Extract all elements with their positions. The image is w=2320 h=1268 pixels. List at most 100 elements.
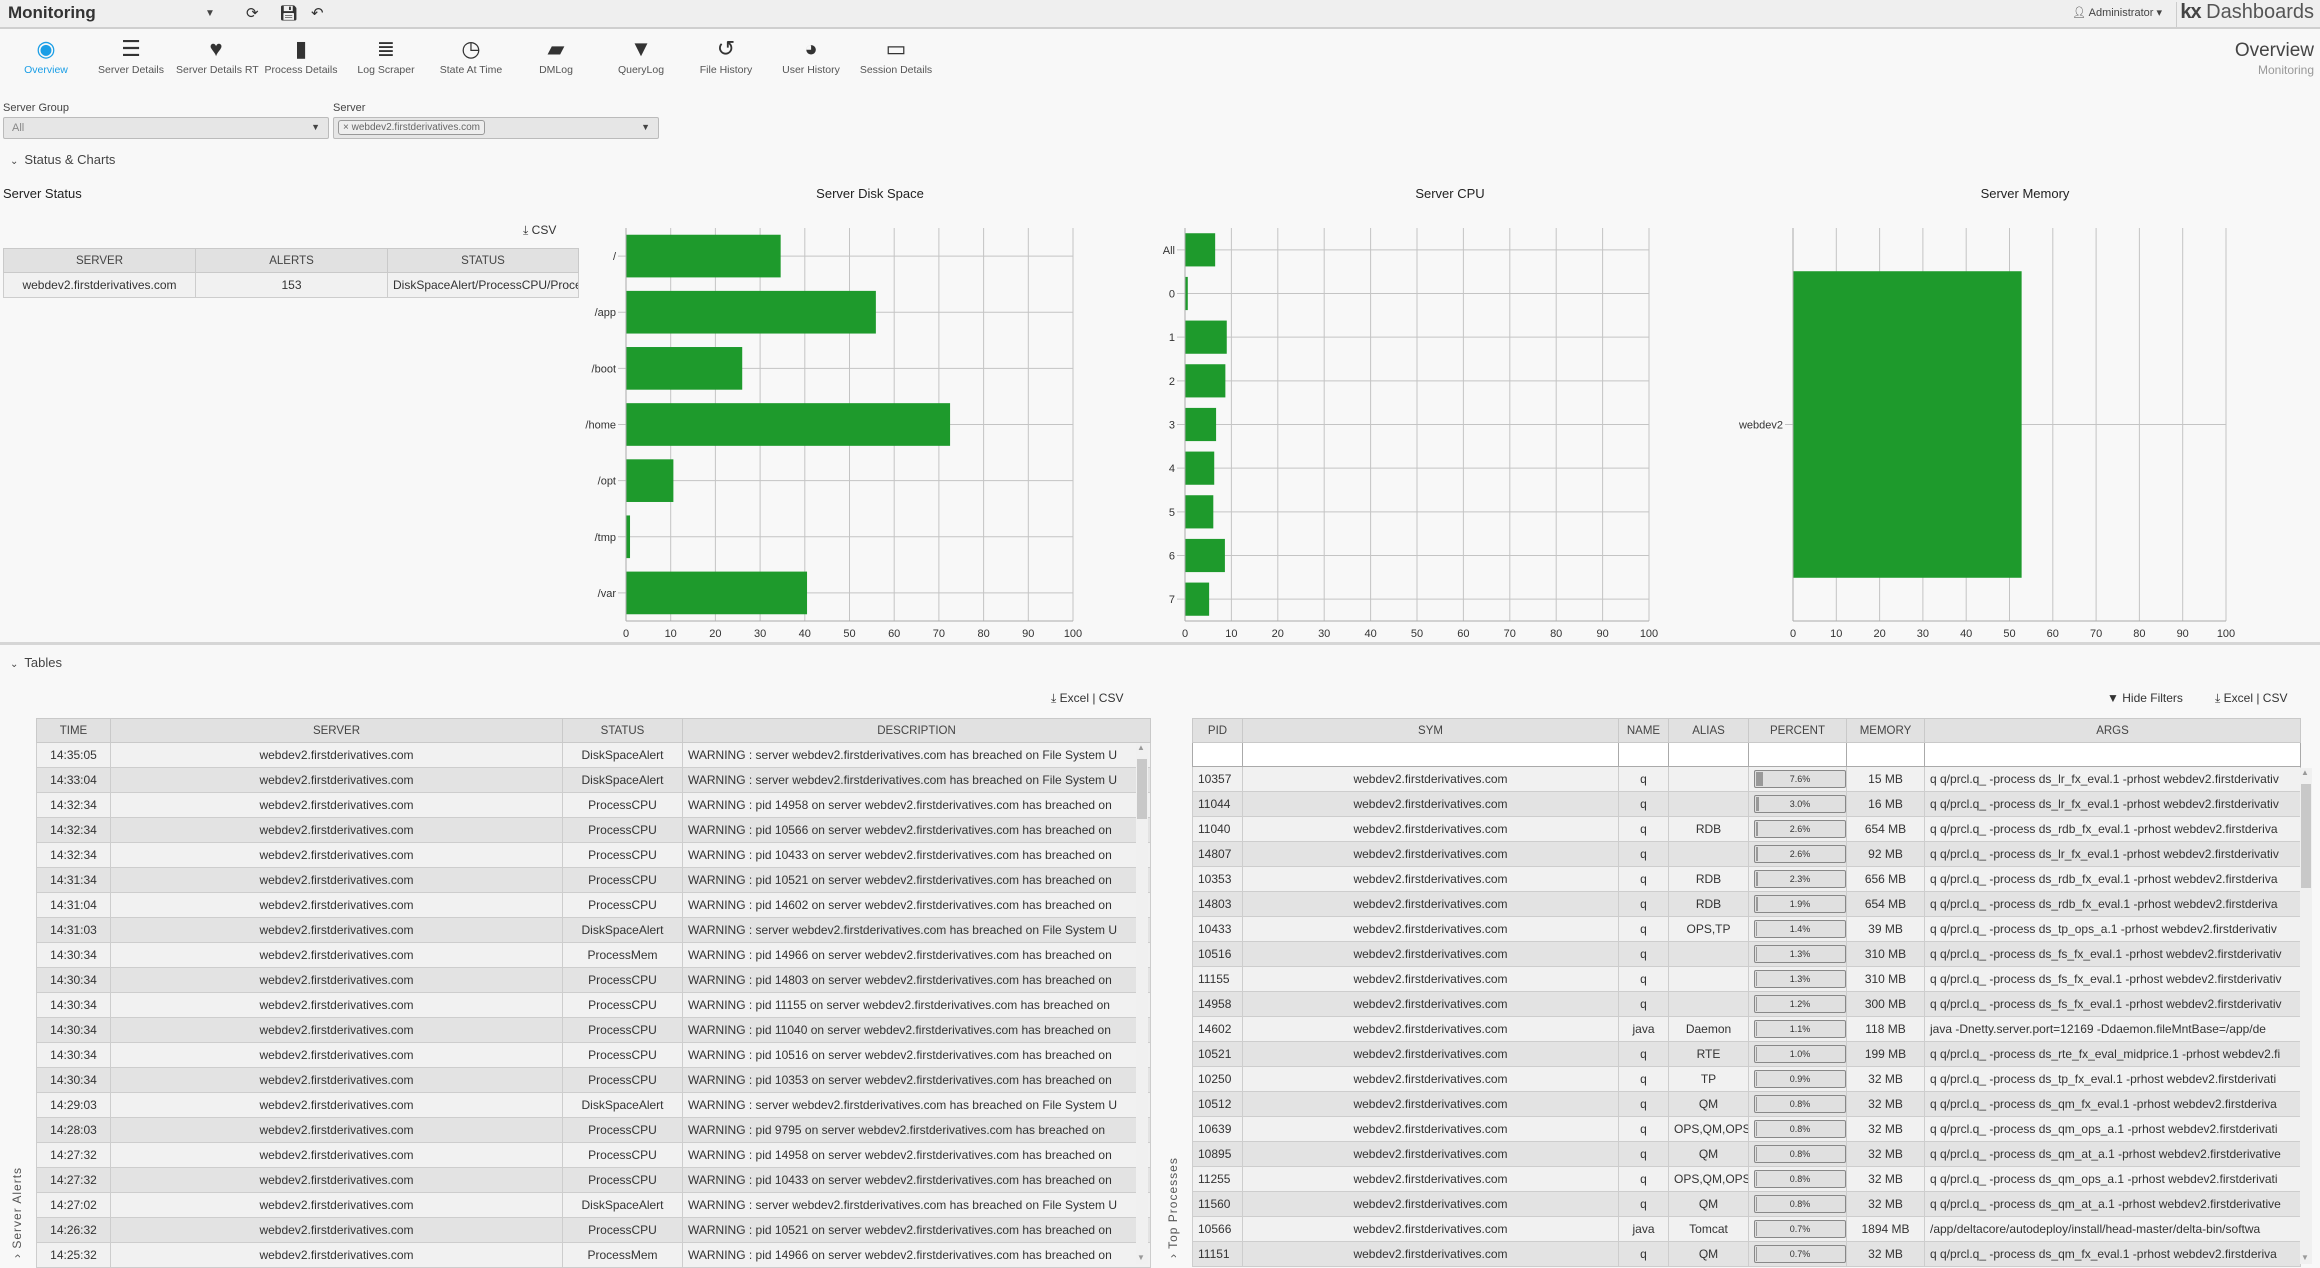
column-header-server[interactable]: SERVER <box>110 718 563 743</box>
table-row[interactable]: 14:30:34 webdev2.firstderivatives.com Proc… <box>36 1017 1151 1043</box>
csv-link[interactable]: CSV <box>532 223 557 237</box>
processes-scroll-thumb[interactable] <box>2301 784 2311 888</box>
dashboard-select-caret-icon[interactable]: ▼ <box>205 8 215 19</box>
column-header-sym[interactable]: SYM <box>1242 718 1619 743</box>
table-row[interactable]: 10250 webdev2.firstderivatives.com q TP 0.9%… <box>1192 1066 2301 1092</box>
section-status-charts[interactable]: ⌄ Status & Charts <box>10 152 115 167</box>
table-row[interactable]: 14:30:34 webdev2.firstderivatives.com Proc… <box>36 992 1151 1018</box>
table-row[interactable]: 14:27:32 webdev2.firstderivatives.com Proc… <box>36 1142 1151 1168</box>
table-row[interactable]: 11560 webdev2.firstderivatives.com q QM 0.8%… <box>1192 1191 2301 1217</box>
table-row[interactable]: 14:32:34 webdev2.firstderivatives.com Proc… <box>36 817 1151 843</box>
server-select[interactable]: × webdev2.firstderivatives.com ▼ <box>333 117 659 139</box>
csv-link[interactable]: CSV <box>1099 691 1124 705</box>
bar-[interactable] <box>626 234 781 278</box>
server-chip[interactable]: × webdev2.firstderivatives.com <box>338 120 486 135</box>
scroll-up-icon[interactable]: ▲ <box>2301 768 2309 777</box>
processes-scrollbar[interactable]: ▲ ▼ <box>2300 768 2312 1264</box>
excel-link[interactable]: Excel <box>1060 691 1089 705</box>
table-row[interactable]: 14958 webdev2.firstderivatives.com q 1.2% 30… <box>1192 991 2301 1017</box>
table-row[interactable]: 14:30:34 webdev2.firstderivatives.com Proc… <box>36 967 1151 993</box>
nav-session-details[interactable]: ▭ Session Details <box>856 36 936 76</box>
filter-input-args[interactable] <box>1924 742 2301 767</box>
column-header-description[interactable]: DESCRIPTION <box>682 718 1151 743</box>
server-alerts-panel-label[interactable]: › Server Alerts <box>10 1167 24 1258</box>
column-header-status[interactable]: STATUS <box>387 248 579 273</box>
table-row[interactable]: 14:30:34 webdev2.firstderivatives.com Proc… <box>36 1067 1151 1093</box>
nav-file-history[interactable]: ↺ File History <box>686 36 766 76</box>
filter-input-sym[interactable] <box>1242 742 1619 767</box>
column-header-time[interactable]: TIME <box>36 718 111 743</box>
table-row[interactable]: 14:30:34 webdev2.firstderivatives.com Proc… <box>36 1042 1151 1068</box>
table-row[interactable]: 14:31:04 webdev2.firstderivatives.com Proc… <box>36 892 1151 918</box>
column-header-status[interactable]: STATUS <box>562 718 683 743</box>
bar-All[interactable] <box>1185 233 1216 267</box>
table-row[interactable]: 14:30:34 webdev2.firstderivatives.com Proc… <box>36 942 1151 968</box>
column-header-percent[interactable]: PERCENT <box>1748 718 1847 743</box>
filter-input-pid[interactable] <box>1192 742 1243 767</box>
user-menu[interactable]: 👤︎ Administrator ▾ <box>2072 6 2162 19</box>
table-row[interactable]: 10639 webdev2.firstderivatives.com q OPS,QM… <box>1192 1116 2301 1142</box>
bar-4[interactable] <box>1185 451 1215 485</box>
bar-var[interactable] <box>626 571 808 615</box>
nav-server-details[interactable]: ☰ Server Details <box>91 36 171 76</box>
nav-log-scraper[interactable]: ≣ Log Scraper <box>346 36 426 76</box>
table-row[interactable]: 14:27:02 webdev2.firstderivatives.com Disk… <box>36 1192 1151 1218</box>
bar-boot[interactable] <box>626 347 743 390</box>
alerts-scroll-thumb[interactable] <box>1137 759 1147 819</box>
nav-process-details[interactable]: ▮ Process Details <box>261 36 341 76</box>
hide-filters-button[interactable]: ▼ Hide Filters <box>2107 691 2183 705</box>
nav-server-details-rt[interactable]: ♥ Server Details RT <box>176 36 259 76</box>
column-header-memory[interactable]: MEMORY <box>1846 718 1925 743</box>
filter-input-name[interactable] <box>1618 742 1669 767</box>
nav-state-at-time[interactable]: ◷ State At Time <box>431 36 511 76</box>
table-row[interactable]: 14:32:34 webdev2.firstderivatives.com Proc… <box>36 792 1151 818</box>
column-header-server[interactable]: SERVER <box>3 248 196 273</box>
refresh-icon[interactable]: ⟳ <box>246 4 259 22</box>
table-row[interactable]: 11155 webdev2.firstderivatives.com q 1.3% 31… <box>1192 966 2301 992</box>
table-row[interactable]: 14:31:03 webdev2.firstderivatives.com Disk… <box>36 917 1151 943</box>
dashboard-title[interactable]: Monitoring <box>8 3 96 23</box>
bar-5[interactable] <box>1185 495 1214 529</box>
table-row[interactable]: 11255 webdev2.firstderivatives.com q OPS,QM… <box>1192 1166 2301 1192</box>
nav-overview[interactable]: ◉ Overview <box>6 36 86 76</box>
column-header-alias[interactable]: ALIAS <box>1668 718 1749 743</box>
filter-input-percent[interactable] <box>1748 742 1847 767</box>
table-row[interactable]: 14:28:03 webdev2.firstderivatives.com Proc… <box>36 1117 1151 1143</box>
bar-app[interactable] <box>626 290 876 334</box>
bar-1[interactable] <box>1185 320 1227 354</box>
bar-2[interactable] <box>1185 364 1226 398</box>
column-header-alerts[interactable]: ALERTS <box>195 248 388 273</box>
nav-dmlog[interactable]: ▰ DMLog <box>516 36 596 76</box>
table-row[interactable]: 10512 webdev2.firstderivatives.com q QM 0.8%… <box>1192 1091 2301 1117</box>
filter-input-alias[interactable] <box>1668 742 1749 767</box>
csv-link[interactable]: CSV <box>2263 691 2288 705</box>
server-group-select[interactable]: All ▼ <box>3 117 329 139</box>
undo-icon[interactable]: ↶ <box>311 4 324 22</box>
bar-webdev2[interactable] <box>1793 271 2022 578</box>
table-row[interactable]: 10895 webdev2.firstderivatives.com q QM 0.8%… <box>1192 1141 2301 1167</box>
column-header-name[interactable]: NAME <box>1618 718 1669 743</box>
table-row[interactable]: 10353 webdev2.firstderivatives.com q RDB 2.3… <box>1192 866 2301 892</box>
bar-opt[interactable] <box>626 459 674 502</box>
table-row[interactable]: 11040 webdev2.firstderivatives.com q RDB 2.6… <box>1192 816 2301 842</box>
bar-3[interactable] <box>1185 407 1217 442</box>
nav-querylog[interactable]: ▼ QueryLog <box>601 36 681 76</box>
table-row[interactable]: 10566 webdev2.firstderivatives.com java Tom… <box>1192 1216 2301 1242</box>
table-row[interactable]: 14:26:32 webdev2.firstderivatives.com Proc… <box>36 1217 1151 1243</box>
table-row[interactable]: 14:27:32 webdev2.firstderivatives.com Proc… <box>36 1167 1151 1193</box>
top-processes-panel-label[interactable]: › Top Processes <box>1166 1157 1180 1258</box>
scroll-down-icon[interactable]: ▼ <box>1137 1253 1145 1262</box>
filter-input-memory[interactable] <box>1846 742 1925 767</box>
bar-home[interactable] <box>626 403 951 446</box>
bar-tmp[interactable] <box>626 515 631 559</box>
table-row[interactable]: 14602 webdev2.firstderivatives.com java Dae… <box>1192 1016 2301 1042</box>
alerts-scrollbar[interactable]: ▲ ▼ <box>1136 743 1148 1264</box>
table-row[interactable]: 10516 webdev2.firstderivatives.com q 1.3% 31… <box>1192 941 2301 967</box>
excel-link[interactable]: Excel <box>2224 691 2253 705</box>
column-header-pid[interactable]: PID <box>1192 718 1243 743</box>
table-row[interactable]: 14:29:03 webdev2.firstderivatives.com Disk… <box>36 1092 1151 1118</box>
table-row[interactable]: 14807 webdev2.firstderivatives.com q 2.6% 92… <box>1192 841 2301 867</box>
save-icon[interactable]: 💾︎ <box>279 4 298 22</box>
table-row[interactable]: 14:32:34 webdev2.firstderivatives.com Proc… <box>36 842 1151 868</box>
table-row[interactable]: 14803 webdev2.firstderivatives.com q RDB 1.9… <box>1192 891 2301 917</box>
